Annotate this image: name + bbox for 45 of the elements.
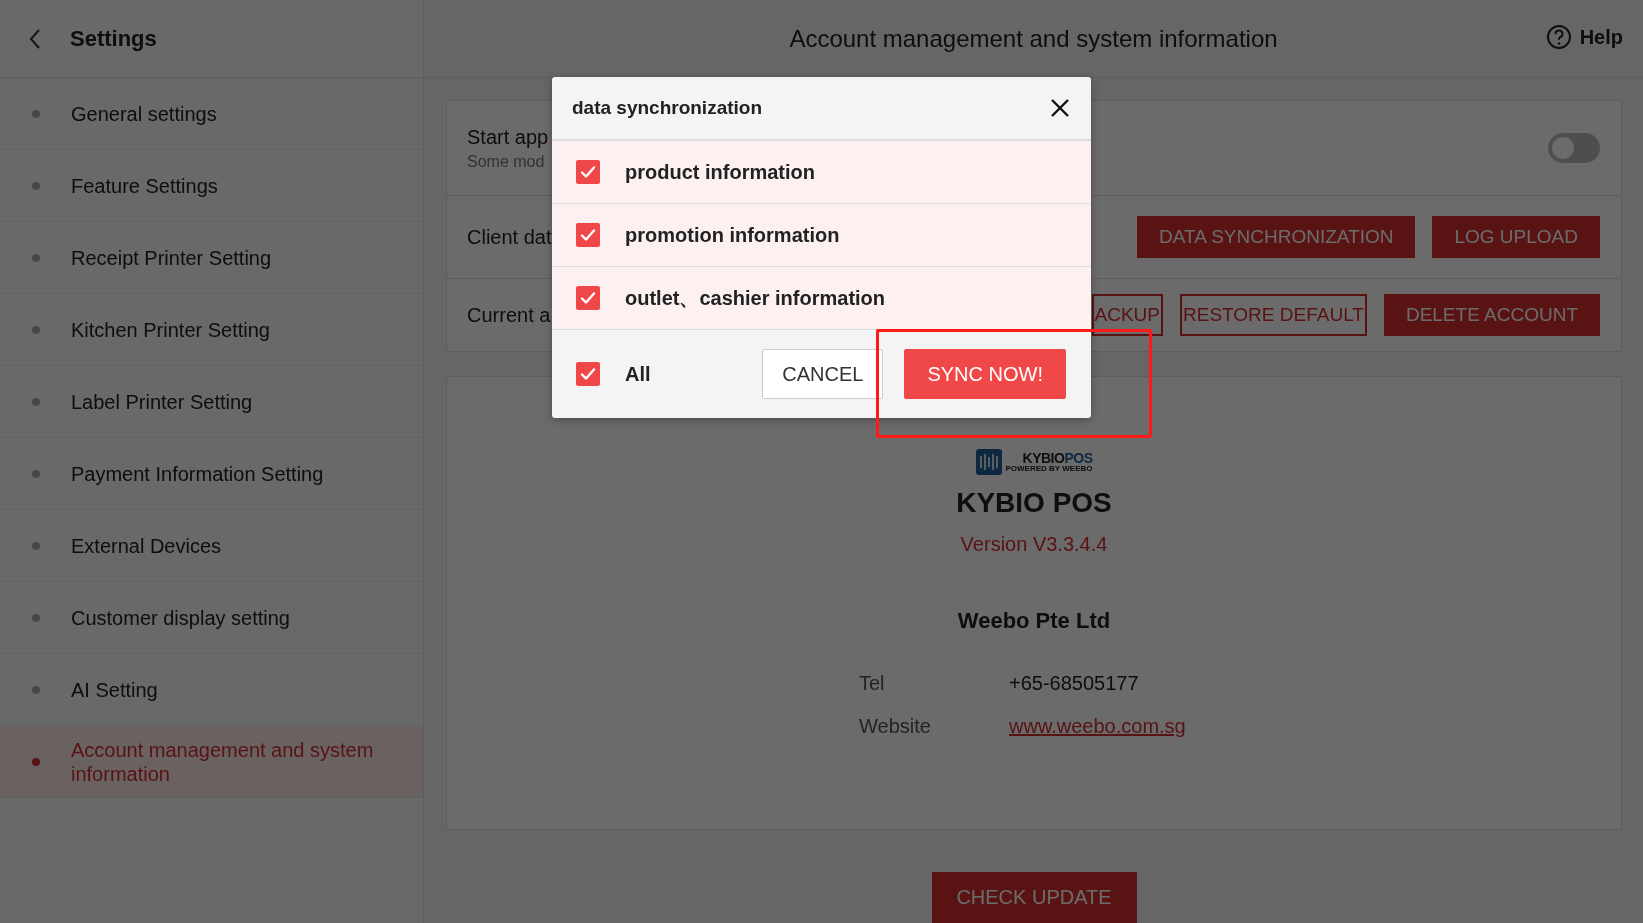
contact-label: Tel <box>859 672 886 695</box>
setting-label: Start app <box>467 125 549 149</box>
close-icon[interactable] <box>1049 97 1071 119</box>
select-all-label: All <box>625 362 651 386</box>
website-link[interactable]: www.weebo.com.sg <box>1009 715 1209 738</box>
checkbox[interactable] <box>576 362 600 386</box>
sidebar-item[interactable]: Customer display setting <box>0 582 423 654</box>
cancel-button[interactable]: CANCEL <box>762 349 884 399</box>
action-button[interactable]: DATA SYNCHRONIZATION <box>1137 216 1416 258</box>
sidebar-item[interactable]: Label Printer Setting <box>0 366 423 438</box>
sidebar-item[interactable]: External Devices <box>0 510 423 582</box>
setting-label: Client dat <box>467 225 552 249</box>
sidebar-item[interactable]: Receipt Printer Setting <box>0 222 423 294</box>
action-button[interactable]: RESTORE DEFAULT <box>1180 294 1367 336</box>
help-button[interactable]: Help <box>1545 24 1623 50</box>
sidebar-item[interactable]: General settings <box>0 78 423 150</box>
checkbox[interactable] <box>576 286 600 310</box>
toggle-switch[interactable] <box>1548 133 1600 163</box>
help-icon <box>1545 24 1572 50</box>
checkbox[interactable] <box>576 223 600 247</box>
action-button[interactable]: LOG UPLOAD <box>1432 216 1600 258</box>
option-label: product information <box>625 160 815 184</box>
setting-label: Current a <box>467 303 551 327</box>
brand-logo-text: KYBIOPOS POWERED BY WEEBO <box>1005 451 1093 473</box>
logo-icon <box>975 449 1002 475</box>
dialog-title: data synchronization <box>572 97 763 119</box>
checkbox[interactable] <box>576 160 600 184</box>
company-name: Weebo Pte Ltd <box>957 608 1111 634</box>
sidebar-item[interactable]: Kitchen Printer Setting <box>0 294 423 366</box>
action-button[interactable]: ACKUP <box>1091 294 1163 336</box>
check-update-button[interactable]: CHECK UPDATE <box>931 872 1137 923</box>
contact-value: +65-68505177 <box>1009 672 1140 695</box>
option-label: outlet、cashier information <box>625 285 886 311</box>
page-title: Account management and system information <box>789 24 1278 53</box>
option-label: promotion information <box>625 223 840 247</box>
app-name: KYBIO POS <box>956 487 1112 519</box>
sidebar-item[interactable]: Payment Information Setting <box>0 438 423 510</box>
sidebar-item[interactable]: Feature Settings <box>0 150 423 222</box>
version-text: Version V3.3.4.4 <box>960 533 1108 556</box>
contact-label: Website <box>859 715 932 738</box>
setting-description: Some mod <box>467 152 546 171</box>
action-button[interactable]: DELETE ACCOUNT <box>1383 294 1600 336</box>
sidebar-title: Settings <box>70 25 157 52</box>
sync-now-button[interactable]: SYNC NOW! <box>904 349 1066 399</box>
sidebar-item[interactable]: Account management and system information <box>0 726 423 798</box>
